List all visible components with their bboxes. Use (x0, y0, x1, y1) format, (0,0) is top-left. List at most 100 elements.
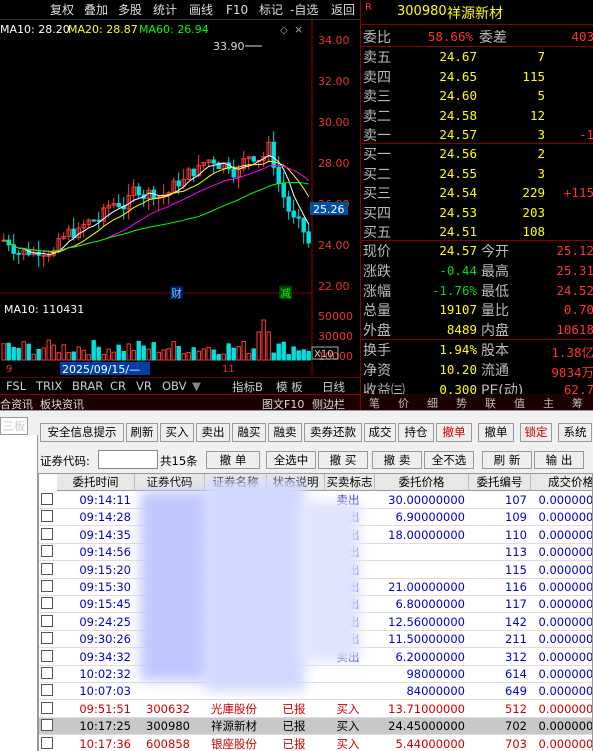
row-checkbox[interactable] (41, 667, 53, 679)
volume-bar (266, 331, 271, 361)
tab-f10[interactable]: F10 (226, 2, 248, 18)
cell-deal: 0.00000000 (538, 527, 593, 542)
column-header[interactable]: 买卖标志 (325, 474, 375, 491)
tab-sanban[interactable]: 三板 (0, 417, 28, 435)
trade-button[interactable]: 持仓 (398, 423, 434, 442)
row-checkbox[interactable] (41, 597, 53, 610)
tab-fuquan[interactable]: 复权 (50, 2, 74, 18)
trade-button[interactable]: 卖券还款 (304, 423, 362, 442)
row-checkbox[interactable] (41, 614, 53, 627)
row-checkbox[interactable] (41, 632, 53, 645)
fin-badge[interactable]: 财 (171, 286, 182, 300)
row-checkbox[interactable] (41, 719, 53, 732)
tab-duogu[interactable]: 多股 (118, 2, 142, 18)
column-header[interactable]: 成交价格 (531, 474, 592, 491)
tab-trix[interactable]: TRIX (36, 379, 62, 393)
ratio-label: 委比 (363, 30, 391, 46)
side-panel-icon[interactable]: 势 (456, 395, 467, 411)
tab-brar[interactable]: BRAR (72, 379, 103, 393)
table-row[interactable]: 09:51:51 300632 光庫股份 已报 买入 13.71000000 512 0.00… (39, 700, 592, 718)
tab-fsl[interactable]: FSL (6, 379, 26, 393)
bid-volume: 229 (522, 185, 545, 200)
stat-label: 流通 (481, 362, 509, 379)
volume-bar (31, 353, 36, 361)
action-button[interactable]: 全选中 (266, 451, 316, 469)
trade-button[interactable]: 安全信息提示 (40, 423, 124, 442)
side-panel-icon[interactable]: 值 (514, 395, 525, 411)
table-row[interactable]: 10:07:03 84000000 649 0.00000000 (39, 683, 592, 701)
action-button[interactable]: 撤 买 (318, 451, 368, 469)
action-button[interactable]: 撤 卖 (372, 451, 422, 469)
tab-fanhui[interactable]: 返回 (331, 2, 355, 18)
side-panel-icon[interactable]: 主 (543, 395, 554, 411)
row-checkbox[interactable] (41, 493, 53, 505)
cell-name: 祥源新材 (211, 719, 257, 734)
privacy-blur-2 (205, 481, 305, 691)
trade-button[interactable]: 系统 (558, 423, 592, 442)
cell-code: 300632 (146, 701, 190, 716)
tab-obv[interactable]: OBV (162, 379, 186, 393)
stat-value: 25.12 (556, 243, 593, 258)
column-header[interactable]: 证券代码 (135, 474, 205, 491)
row-checkbox[interactable] (41, 545, 53, 558)
diff-label: 委差 (479, 30, 507, 46)
row-checkbox[interactable] (41, 510, 53, 523)
tab-zixuan[interactable]: -自选 (290, 2, 318, 18)
r-mark: R (365, 2, 372, 13)
reduce-badge[interactable]: 减 (280, 287, 291, 300)
stat-value: 1.94% (439, 342, 477, 357)
trade-button[interactable]: 锁定 (520, 423, 552, 442)
tab-vr[interactable]: VR (136, 379, 152, 393)
row-checkbox[interactable] (41, 580, 53, 592)
action-button[interactable]: 刷 新 (482, 451, 532, 469)
chevron-up-icon[interactable]: ◇ (280, 25, 288, 36)
tab-tongji[interactable]: 统计 (153, 2, 177, 18)
ma10-label: MA10: 28.20 (0, 23, 70, 36)
tab-huaxian[interactable]: 画线 (189, 2, 213, 18)
volume-bar (116, 344, 121, 361)
action-button[interactable]: 输 出 (534, 451, 584, 469)
trade-button[interactable]: 成交 (364, 423, 396, 442)
trade-button[interactable]: 卖出 (196, 423, 230, 442)
table-row[interactable]: 10:02:32 98000000 614 0.00000000 (39, 666, 592, 683)
row-checkbox[interactable] (41, 562, 53, 575)
kline-chart[interactable]: MA10: 28.20 MA20: 28.87 MA60: 26.94 ◇ × … (0, 20, 360, 375)
action-button[interactable]: 撤 单 (206, 451, 260, 469)
side-panel-icon[interactable]: 细 (427, 395, 438, 411)
cell-side: 买入 (336, 736, 360, 751)
trade-button[interactable]: 撤单 (436, 423, 472, 442)
table-row[interactable]: 10:17:36 600858 银座股份 已报 买入 5.44000000 703 0.000… (39, 735, 592, 751)
column-header[interactable]: 委托价格 (375, 474, 469, 491)
side-panel-icon[interactable]: 筹 (572, 395, 583, 411)
chevron-down-icon[interactable]: ▼ (192, 379, 201, 393)
tab-cr[interactable]: CR (110, 379, 126, 393)
side-panel-icon[interactable]: 联 (485, 395, 496, 411)
code-input[interactable] (98, 450, 158, 469)
trade-button[interactable]: 融买 (232, 423, 266, 442)
row-checkbox[interactable] (41, 701, 53, 714)
column-header[interactable]: 委托时间 (57, 474, 135, 491)
close-icon[interactable]: × (294, 23, 303, 36)
table-row[interactable]: 10:17:25 300980 祥源新材 已报 买入 24.45000000 702 0.00… (39, 718, 592, 736)
trade-button[interactable]: 融卖 (268, 423, 302, 442)
volume-bar (206, 346, 211, 361)
action-button[interactable]: 全不选 (424, 451, 474, 469)
tab-biaoji[interactable]: 标记 (259, 2, 283, 18)
side-panel-icon[interactable]: 笔 (369, 395, 380, 411)
row-checkbox[interactable] (41, 527, 53, 540)
row-checkbox[interactable] (41, 736, 53, 749)
row-checkbox[interactable] (41, 684, 53, 697)
volume-bar (66, 351, 71, 361)
trade-button[interactable]: 撤单 (478, 423, 514, 442)
indicator-b-button[interactable]: 指标B (232, 379, 263, 395)
column-header[interactable]: 委托编号 (469, 474, 531, 491)
template-button[interactable]: 模 板 (276, 379, 303, 395)
trade-button[interactable]: 买入 (160, 423, 194, 442)
candle-body (41, 254, 46, 257)
side-panel-icon[interactable]: 价 (398, 395, 409, 411)
trade-button[interactable]: 刷新 (126, 423, 158, 442)
count-label: 共15条 (160, 454, 198, 468)
daily-button[interactable]: 日线 (322, 379, 345, 395)
tab-diejia[interactable]: 叠加 (84, 2, 108, 18)
row-checkbox[interactable] (41, 649, 53, 662)
